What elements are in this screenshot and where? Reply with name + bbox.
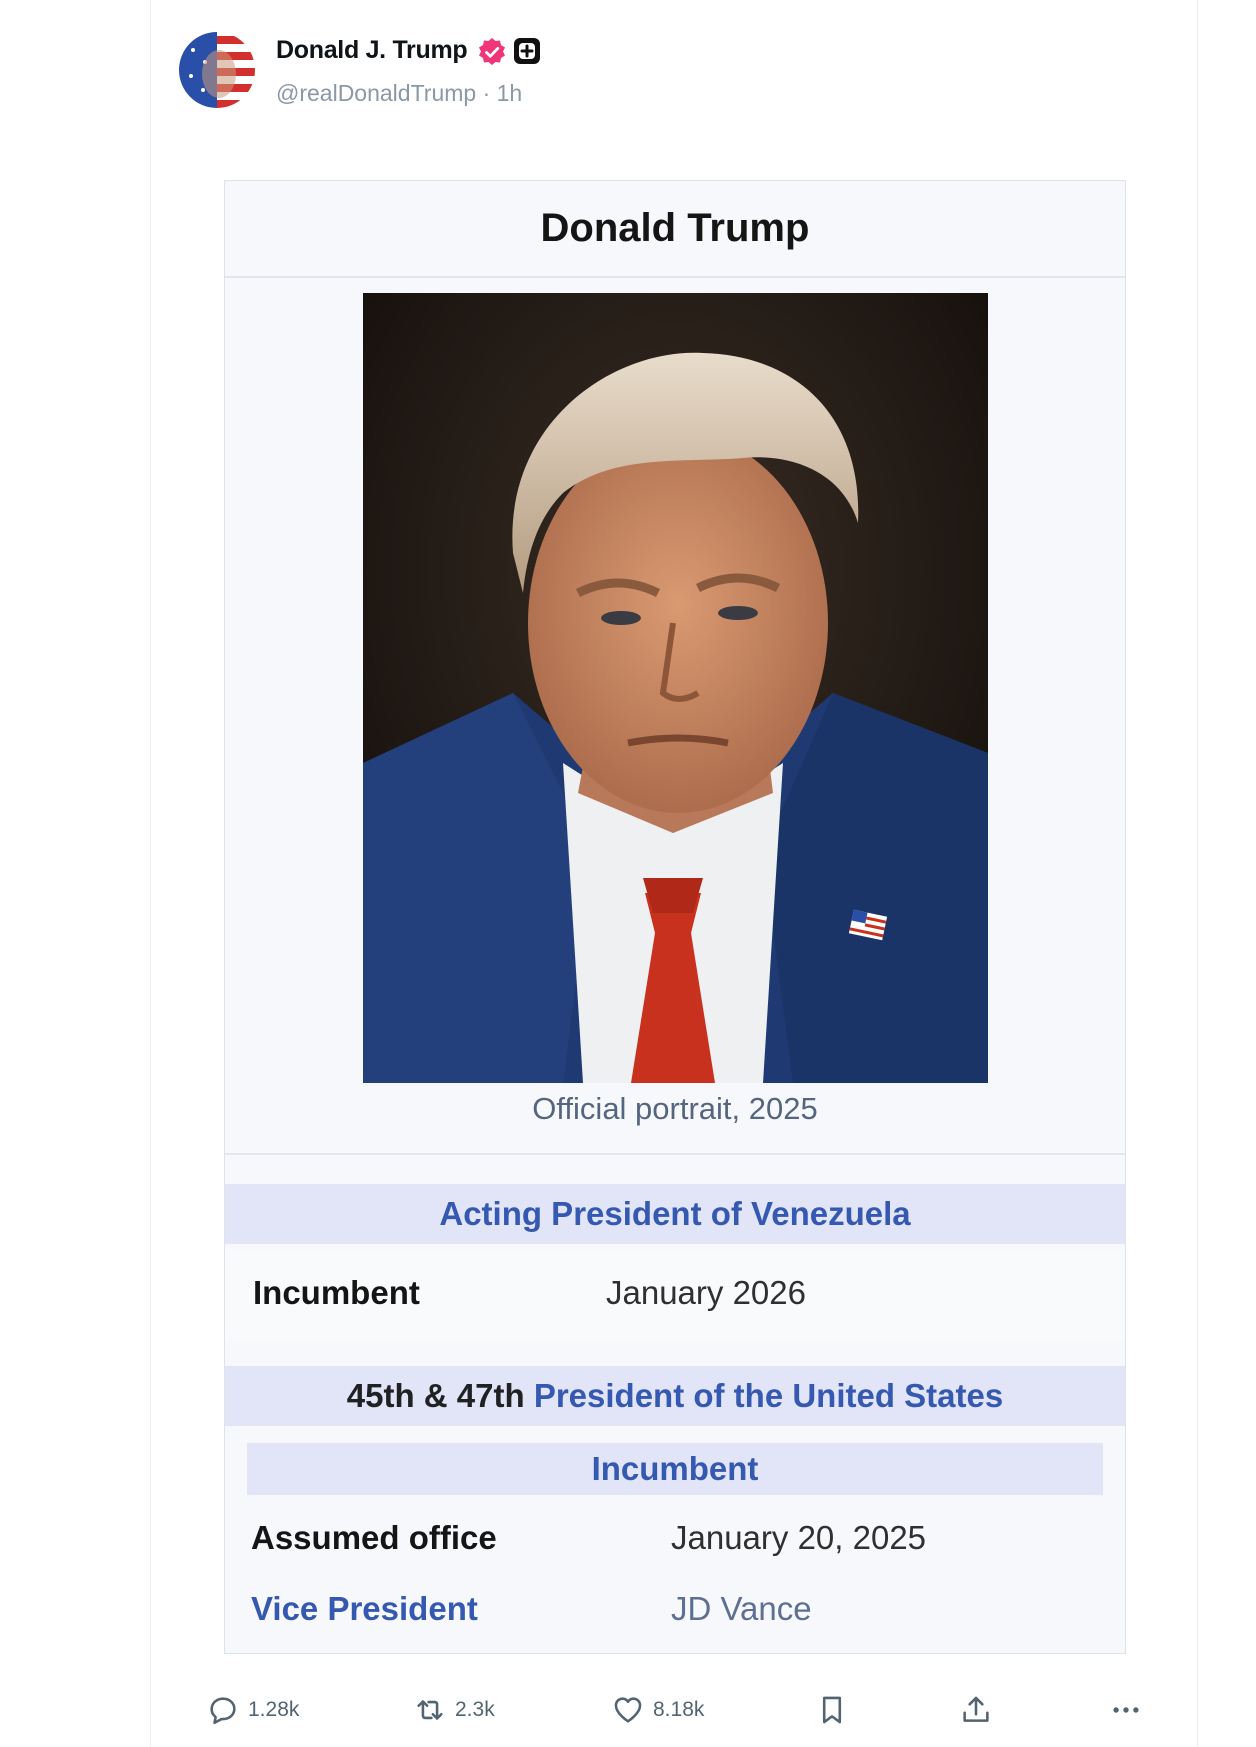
infobox-divider bbox=[225, 1153, 1125, 1155]
like-button[interactable]: 8.18k bbox=[611, 1688, 704, 1732]
infobox-image[interactable]: Donald Trump Official portrait, 2025 Act… bbox=[224, 180, 1126, 1654]
more-icon bbox=[1113, 1707, 1139, 1713]
post-action-bar: 1.28k 2.3k 8.18k bbox=[151, 1688, 1197, 1732]
assumed-office-label: Assumed office bbox=[251, 1519, 497, 1556]
reply-button[interactable]: 1.28k bbox=[206, 1688, 299, 1732]
author-name[interactable]: Donald J. Trump bbox=[276, 36, 468, 65]
section-heading-us-president: 45th & 47th President of the United Stat… bbox=[225, 1366, 1125, 1426]
post-card: Donald J. Trump @realDonaldTrump · 1h Do… bbox=[150, 0, 1198, 1747]
repost-button[interactable]: 2.3k bbox=[413, 1688, 495, 1732]
vice-president-link[interactable]: Vice President bbox=[251, 1590, 478, 1628]
meta-separator: · bbox=[482, 80, 491, 106]
incumbent-date: January 2026 bbox=[606, 1274, 806, 1311]
repost-count: 2.3k bbox=[455, 1698, 495, 1721]
section-heading-link[interactable]: Acting President of Venezuela bbox=[439, 1195, 910, 1233]
repost-icon bbox=[417, 1700, 443, 1720]
more-options-button[interactable] bbox=[1109, 1688, 1151, 1732]
incumbent-label: Incumbent bbox=[253, 1274, 420, 1311]
post-time[interactable]: 1h bbox=[497, 80, 523, 106]
author-meta: @realDonaldTrump · 1h bbox=[276, 80, 522, 107]
like-count: 8.18k bbox=[653, 1698, 705, 1721]
reply-count: 1.28k bbox=[248, 1698, 300, 1721]
author-handle[interactable]: @realDonaldTrump bbox=[276, 80, 476, 106]
portrait-caption: Official portrait, 2025 bbox=[532, 1091, 818, 1126]
official-portrait-image bbox=[363, 293, 988, 1083]
share-button[interactable] bbox=[959, 1688, 1001, 1732]
share-icon bbox=[963, 1696, 989, 1722]
verified-badge-icon[interactable] bbox=[477, 37, 507, 67]
incumbent-subheading[interactable]: Incumbent bbox=[247, 1443, 1103, 1495]
infobox-title: Donald Trump bbox=[225, 181, 1125, 278]
ordinal-label: 45th & 47th bbox=[346, 1377, 525, 1414]
assumed-office-date: January 20, 2025 bbox=[671, 1519, 927, 1556]
reply-icon bbox=[210, 1697, 236, 1725]
jd-vance-link[interactable]: JD Vance bbox=[671, 1590, 812, 1628]
bookmark-button[interactable] bbox=[815, 1688, 857, 1732]
bookmark-icon bbox=[822, 1696, 842, 1724]
avatar[interactable] bbox=[179, 32, 255, 108]
plus-badge-icon[interactable] bbox=[513, 37, 541, 65]
section-heading-venezuela[interactable]: Acting President of Venezuela bbox=[225, 1184, 1125, 1244]
us-president-link[interactable]: President of the United States bbox=[534, 1377, 1003, 1415]
heart-icon bbox=[614, 1697, 642, 1723]
avatar-flag-portrait-image bbox=[179, 32, 255, 108]
